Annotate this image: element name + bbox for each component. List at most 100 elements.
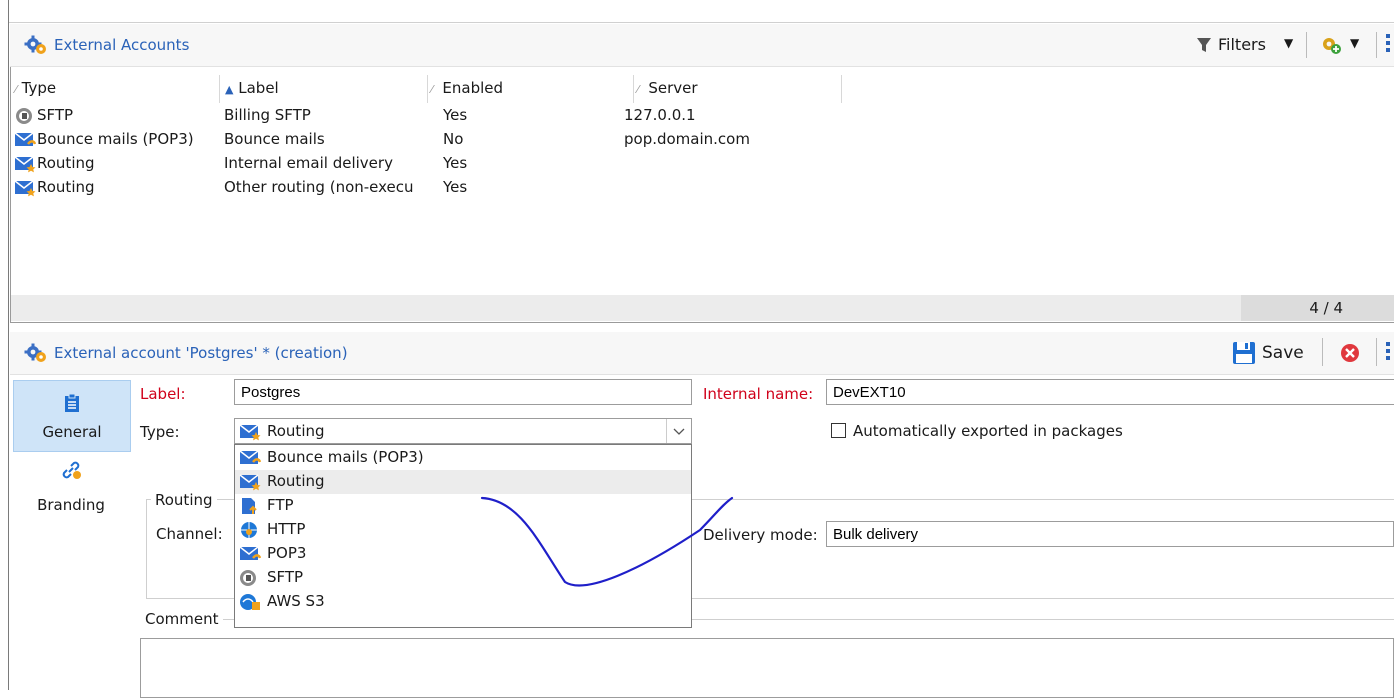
column-header-server[interactable]: ⁄ Server [637, 79, 698, 97]
type-option-sftp[interactable]: SFTP [235, 566, 691, 590]
nav-item-branding[interactable]: Branding [13, 454, 129, 524]
toolbar-divider [1376, 32, 1377, 58]
row-enabled: Yes [443, 106, 468, 124]
routing-icon [239, 474, 261, 491]
chevron-down-icon[interactable] [666, 419, 691, 443]
type-option-bounce-mails[interactable]: Bounce mails (POP3) [235, 446, 691, 470]
ftp-icon [242, 498, 257, 514]
sftp-icon [240, 570, 256, 586]
gear-add-icon [1323, 38, 1341, 54]
nav-item-general[interactable]: General [13, 380, 131, 452]
routing-icon [14, 156, 36, 173]
column-separator[interactable] [219, 75, 220, 103]
bounce-mail-icon [14, 132, 36, 146]
table-row[interactable]: SFTP Billing SFTP Yes 127.0.0.1 [11, 104, 841, 128]
actions-menu-button[interactable]: ▼ [1318, 34, 1359, 61]
table-row[interactable]: Bounce mails (POP3) Bounce mails No pop.… [11, 128, 841, 152]
window-left-border [0, 0, 9, 690]
routing-icon [239, 424, 261, 441]
row-type: SFTP [37, 106, 74, 124]
row-enabled: No [443, 130, 464, 148]
filter-icon [1197, 38, 1211, 52]
overflow-menu-icon[interactable] [1386, 34, 1390, 56]
type-option-label: AWS S3 [267, 592, 325, 610]
row-type: Bounce mails (POP3) [37, 130, 194, 148]
type-option-label: Bounce mails (POP3) [267, 448, 424, 466]
column-header-enabled[interactable]: ⁄ Enabled [431, 79, 503, 97]
delivery-mode-input[interactable] [826, 521, 1394, 547]
type-caption: Type: [140, 423, 180, 441]
type-option-label: POP3 [267, 544, 307, 562]
external-accounts-gear-icon [24, 35, 46, 54]
clipboard-icon [65, 393, 79, 412]
http-icon [241, 522, 257, 538]
toolbar-divider [1322, 338, 1323, 366]
toolbar-divider [1306, 32, 1307, 58]
link-icon [62, 461, 81, 479]
internal-name-input[interactable] [826, 379, 1394, 405]
row-label: Bounce mails [224, 130, 325, 148]
column-separator[interactable] [427, 75, 428, 103]
column-header-type[interactable]: ⁄ Type [15, 79, 56, 97]
aws-s3-icon [240, 594, 260, 610]
save-label: Save [1262, 343, 1304, 363]
chevron-down-icon: ▼ [1350, 36, 1360, 50]
cancel-icon[interactable] [1340, 343, 1360, 363]
routing-group-label: Routing [151, 491, 217, 509]
internal-name-caption: Internal name: [703, 385, 814, 403]
table-row[interactable]: Routing Other routing (non-execu Yes [11, 176, 841, 200]
nav-label-general: General [42, 423, 102, 441]
type-option-label: SFTP [267, 568, 304, 586]
record-count: 4 / 4 [1241, 295, 1394, 321]
external-account-gear-icon [24, 343, 46, 362]
row-server: pop.domain.com [624, 130, 750, 148]
type-option-label: FTP [267, 496, 294, 514]
row-type: Routing [37, 178, 95, 196]
column-separator[interactable] [633, 75, 634, 103]
type-option-routing[interactable]: Routing [235, 470, 691, 494]
label-caption: Label: [140, 385, 186, 403]
row-enabled: Yes [443, 154, 468, 172]
form-panel-header: External account 'Postgres' * (creation)… [10, 332, 1394, 375]
bounce-mail-icon [239, 450, 261, 464]
type-option-label: Routing [267, 472, 325, 490]
form-panel-title: External account 'Postgres' * (creation) [54, 344, 348, 362]
type-option-label: HTTP [267, 520, 306, 538]
delivery-mode-caption: Delivery mode: [703, 526, 818, 544]
auto-export-checkbox[interactable] [831, 423, 846, 438]
overflow-menu-icon[interactable] [1386, 342, 1390, 364]
sftp-icon [16, 108, 32, 124]
list-panel-title: External Accounts [54, 36, 190, 54]
routing-icon [14, 180, 36, 197]
top-strip [9, 0, 1394, 23]
row-type: Routing [37, 154, 95, 172]
save-icon [1233, 342, 1255, 364]
type-select[interactable]: Routing [234, 418, 692, 444]
comment-caption: Comment [141, 610, 223, 628]
chevron-down-icon: ▼ [1284, 36, 1294, 50]
list-status-bar: 4 / 4 [11, 295, 1394, 321]
comment-textarea[interactable] [140, 638, 1394, 698]
row-label: Other routing (non-execu [224, 178, 414, 196]
auto-export-label[interactable]: Automatically exported in packages [853, 422, 1123, 440]
column-header-label[interactable]: ▲ Label [225, 79, 279, 97]
type-option-ftp[interactable]: FTP [235, 494, 691, 518]
label-input[interactable] [234, 379, 692, 405]
row-server: 127.0.0.1 [624, 106, 696, 124]
column-separator[interactable] [841, 75, 842, 103]
type-option-http[interactable]: HTTP [235, 518, 691, 542]
type-select-value: Routing [267, 422, 325, 440]
external-account-form: General Branding Label: Internal name: T… [10, 376, 1394, 698]
channel-caption: Channel: [156, 525, 223, 543]
nav-label-branding: Branding [37, 496, 105, 514]
type-dropdown-list: Bounce mails (POP3) Routing FTP HTTP POP… [234, 444, 692, 628]
toolbar-divider [1376, 338, 1377, 366]
type-option-aws-s3[interactable]: AWS S3 [235, 590, 691, 614]
external-accounts-list: ⁄ Type ▲ Label ⁄ Enabled ⁄ Server SFTP B… [10, 67, 1394, 323]
table-row[interactable]: Routing Internal email delivery Yes [11, 152, 841, 176]
pop3-icon [239, 546, 261, 560]
filters-label: Filters [1218, 35, 1266, 54]
list-panel-header: External Accounts Filters ▼ ▼ [10, 24, 1394, 67]
row-label: Billing SFTP [224, 106, 311, 124]
type-option-pop3[interactable]: POP3 [235, 542, 691, 566]
